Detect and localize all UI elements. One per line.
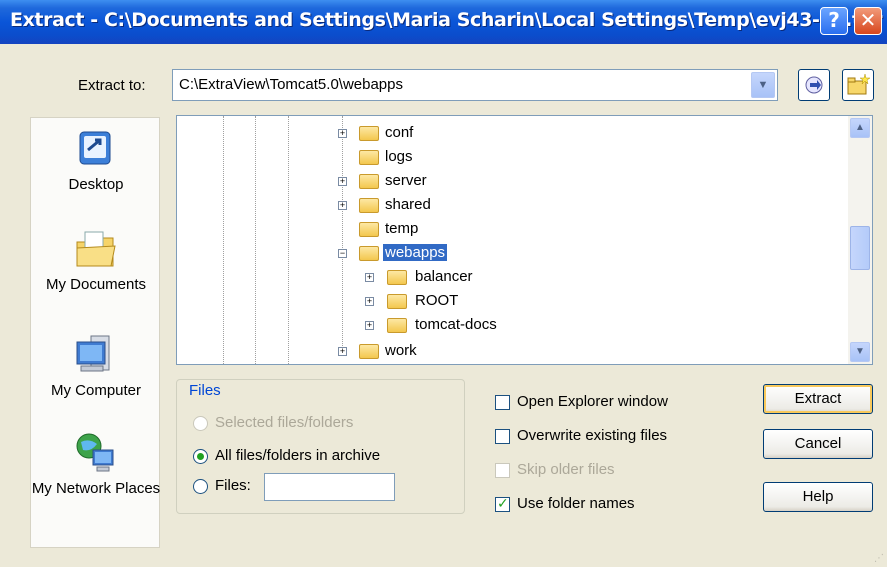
- resize-grip-icon[interactable]: ⋰: [874, 553, 884, 564]
- extract-button[interactable]: Extract: [763, 384, 873, 414]
- tree-item-label: balancer: [415, 268, 473, 285]
- title-help-button[interactable]: ?: [820, 7, 848, 35]
- files-input[interactable]: [264, 473, 395, 501]
- expand-icon[interactable]: +: [338, 129, 347, 138]
- my-documents-icon: [73, 226, 119, 272]
- radio-all-files[interactable]: [193, 449, 208, 464]
- checkbox-use-folder-names-label: Use folder names: [517, 495, 635, 512]
- files-group-title: Files: [186, 382, 224, 399]
- folder-icon: [359, 126, 379, 141]
- network-places-icon: [73, 430, 119, 476]
- tree-item-label: webapps: [383, 244, 448, 261]
- tree-item-shared[interactable]: + shared: [177, 194, 777, 218]
- checkbox-open-explorer-label: Open Explorer window: [517, 393, 668, 410]
- tree-item-webapps[interactable]: − webapps: [177, 242, 777, 266]
- scroll-thumb[interactable]: [850, 226, 870, 270]
- folder-icon: [387, 294, 407, 309]
- folder-icon: [387, 270, 407, 285]
- cancel-button[interactable]: Cancel: [763, 429, 873, 459]
- tree-item-label: work: [385, 342, 417, 359]
- extract-to-combobox[interactable]: C:\ExtraView\Tomcat5.0\webapps ▼: [172, 69, 778, 101]
- place-my-documents[interactable]: My Documents: [31, 226, 161, 294]
- folder-icon: [359, 222, 379, 237]
- expand-icon[interactable]: +: [365, 321, 374, 330]
- checkmark-icon: ✓: [497, 495, 509, 511]
- tree-item-label: temp: [385, 220, 419, 237]
- new-folder-icon: [847, 73, 871, 95]
- new-folder-button[interactable]: [842, 69, 874, 101]
- place-my-computer[interactable]: My Computer: [31, 332, 161, 400]
- folder-icon: [359, 344, 379, 359]
- collapse-icon[interactable]: −: [338, 249, 347, 258]
- window-title: Extract - C:\Documents and Settings\Mari…: [10, 9, 883, 31]
- checkbox-use-folder-names[interactable]: ✓: [495, 495, 510, 512]
- place-my-network-places[interactable]: My Network Places: [31, 430, 161, 498]
- tree-item-label: ROOT: [415, 292, 459, 309]
- checkbox-skip-older-label: Skip older files: [517, 461, 615, 478]
- title-bar: Extract - C:\Documents and Settings\Mari…: [0, 0, 887, 44]
- folder-icon: [359, 150, 379, 165]
- checkbox-overwrite-label: Overwrite existing files: [517, 427, 668, 444]
- navigate-button[interactable]: [798, 69, 830, 101]
- tree-scrollbar[interactable]: ▲ ▼: [848, 116, 872, 364]
- tree-item-logs[interactable]: logs: [177, 146, 777, 170]
- radio-files-label: Files:: [215, 477, 251, 494]
- checkbox-overwrite[interactable]: [495, 429, 510, 444]
- folder-icon: [359, 174, 379, 189]
- place-label: My Documents: [45, 276, 147, 293]
- tree-item-balancer[interactable]: + balancer: [177, 266, 777, 290]
- folder-icon: [359, 198, 379, 213]
- checkbox-open-explorer[interactable]: [495, 395, 510, 410]
- expand-icon[interactable]: +: [338, 177, 347, 186]
- place-label: My Computer: [50, 382, 142, 399]
- radio-selected-files[interactable]: [193, 416, 208, 431]
- place-label: Desktop: [68, 176, 124, 193]
- radio-all-files-label: All files/folders in archive: [215, 447, 381, 464]
- place-label: My Network Places: [31, 480, 161, 497]
- help-button[interactable]: Help: [763, 482, 873, 512]
- tree-item-label: server: [385, 172, 427, 189]
- extract-to-label: Extract to:: [78, 77, 146, 94]
- tree-item-conf[interactable]: + conf: [177, 122, 777, 146]
- expand-icon[interactable]: +: [365, 273, 374, 282]
- navigate-icon: [805, 76, 823, 94]
- open-folder-icon: [359, 246, 379, 261]
- tree-item-server[interactable]: + server: [177, 170, 777, 194]
- radio-files[interactable]: [193, 479, 208, 494]
- folder-icon: [387, 318, 407, 333]
- desktop-icon: [73, 126, 119, 172]
- expand-icon[interactable]: +: [365, 297, 374, 306]
- my-computer-icon: [73, 332, 119, 378]
- tree-item-root[interactable]: + ROOT: [177, 290, 777, 314]
- chevron-down-icon[interactable]: ▼: [751, 72, 775, 98]
- scroll-down-icon[interactable]: ▼: [850, 342, 870, 362]
- places-bar: Desktop My Documents My Computer My Netw…: [30, 117, 160, 548]
- folder-tree[interactable]: + conf logs + server + shared temp − web…: [176, 115, 873, 365]
- tree-item-tomcat-docs[interactable]: + tomcat-docs: [177, 314, 777, 338]
- tree-item-temp[interactable]: temp: [177, 218, 777, 242]
- expand-icon[interactable]: +: [338, 347, 347, 356]
- title-close-button[interactable]: ✕: [854, 7, 882, 35]
- tree-item-label: logs: [385, 148, 413, 165]
- tree-item-label: shared: [385, 196, 431, 213]
- expand-icon[interactable]: +: [338, 201, 347, 210]
- tree-item-label: conf: [385, 124, 414, 141]
- place-desktop[interactable]: Desktop: [31, 126, 161, 194]
- tree-item-work[interactable]: + work: [177, 340, 777, 364]
- radio-selected-files-label: Selected files/folders: [215, 414, 354, 431]
- checkbox-skip-older[interactable]: [495, 463, 510, 478]
- scroll-up-icon[interactable]: ▲: [850, 118, 870, 138]
- extract-to-value: C:\ExtraView\Tomcat5.0\webapps: [179, 76, 403, 93]
- tree-item-label: tomcat-docs: [415, 316, 497, 333]
